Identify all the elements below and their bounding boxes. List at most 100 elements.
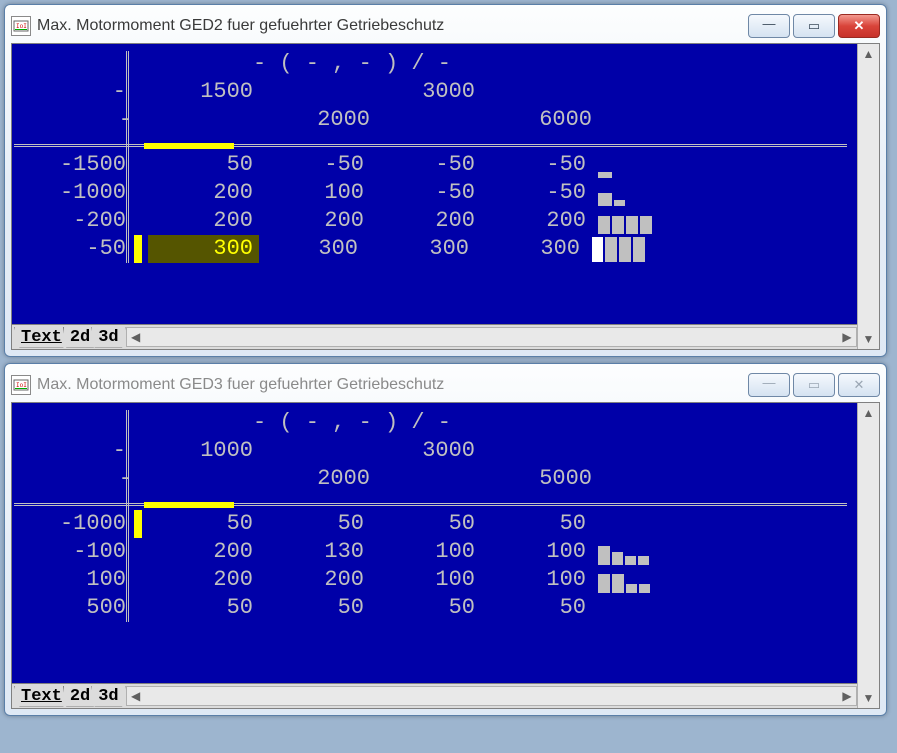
window-buttons: —▭✕ xyxy=(748,14,880,38)
table-row[interactable]: -1000200100-50-50 xyxy=(14,179,855,207)
row-sparkline xyxy=(598,180,688,206)
cell[interactable]: 100 xyxy=(481,538,592,566)
cell[interactable]: 200 xyxy=(148,207,259,235)
cell[interactable]: 200 xyxy=(259,566,370,594)
vertical-scrollbar[interactable]: ▲▼ xyxy=(857,403,879,708)
window-ged2: IoI Max. Motormoment GED2 fuer gefuehrter… xyxy=(4,4,887,357)
cell[interactable]: 50 xyxy=(481,510,592,538)
cell[interactable]: 300 xyxy=(253,235,364,263)
tab-3d[interactable]: 3d xyxy=(91,327,125,348)
row-header: -1000 xyxy=(14,179,132,207)
cell[interactable]: 50 xyxy=(370,510,481,538)
minimize-button[interactable]: — xyxy=(748,14,790,38)
cell[interactable]: 300 xyxy=(364,235,475,263)
table-row[interactable]: -50300300300300 xyxy=(14,235,855,263)
table-editor[interactable]: - ( - , - ) / --10003000-20005000-100050… xyxy=(12,403,857,683)
scroll-right-icon[interactable]: ▶ xyxy=(838,689,856,703)
window-title: Max. Motormoment GED2 fuer gefuehrter Ge… xyxy=(37,17,742,35)
table-row[interactable]: 100200200100100 xyxy=(14,566,855,594)
cell[interactable]: 50 xyxy=(259,594,370,622)
row-sparkline xyxy=(598,595,688,621)
row-marker xyxy=(134,235,142,263)
maximize-button[interactable]: ▭ xyxy=(793,373,835,397)
scroll-down-icon[interactable]: ▼ xyxy=(858,688,879,708)
cell[interactable]: 200 xyxy=(148,566,259,594)
client-area: - ( - , - ) / --15003000-20006000-150050… xyxy=(11,43,880,350)
scroll-left-icon[interactable]: ◀ xyxy=(127,689,145,703)
cell[interactable]: 100 xyxy=(370,566,481,594)
column-header: 2000 xyxy=(265,106,376,134)
cell[interactable]: 200 xyxy=(148,538,259,566)
table-editor[interactable]: - ( - , - ) / --15003000-20006000-150050… xyxy=(12,44,857,324)
column-header xyxy=(154,106,265,134)
cell[interactable]: -50 xyxy=(481,179,592,207)
minimize-button[interactable]: — xyxy=(748,373,790,397)
scroll-down-icon[interactable]: ▼ xyxy=(858,329,879,349)
column-header: 1500 xyxy=(148,78,259,106)
cell[interactable]: 200 xyxy=(259,207,370,235)
column-header: 3000 xyxy=(370,437,481,465)
cell[interactable]: 100 xyxy=(370,538,481,566)
cell[interactable]: 200 xyxy=(481,207,592,235)
column-header: 3000 xyxy=(370,78,481,106)
column-header xyxy=(259,78,370,106)
column-header: 5000 xyxy=(487,465,598,493)
cell[interactable]: 130 xyxy=(259,538,370,566)
scroll-right-icon[interactable]: ▶ xyxy=(838,330,856,344)
column-header xyxy=(376,465,487,493)
cell[interactable]: 50 xyxy=(481,594,592,622)
cell[interactable]: 50 xyxy=(148,510,259,538)
vertical-scrollbar[interactable]: ▲▼ xyxy=(857,44,879,349)
scroll-left-icon[interactable]: ◀ xyxy=(127,330,145,344)
cell[interactable]: 50 xyxy=(370,594,481,622)
cell[interactable]: 300 xyxy=(475,235,586,263)
cell[interactable]: 50 xyxy=(148,594,259,622)
tab-text[interactable]: Text xyxy=(14,686,69,707)
app-icon: IoI xyxy=(11,375,31,395)
scroll-up-icon[interactable]: ▲ xyxy=(858,44,879,64)
cell-selected[interactable]: 300 xyxy=(148,235,253,263)
cell[interactable]: 200 xyxy=(370,207,481,235)
close-button[interactable]: ✕ xyxy=(838,373,880,397)
row-sparkline xyxy=(598,152,688,178)
cell[interactable]: -50 xyxy=(370,151,481,179)
tab-3d[interactable]: 3d xyxy=(91,686,125,707)
tab-bar: Text2d3d◀▶ xyxy=(12,324,857,349)
v-separator xyxy=(126,410,135,622)
row-marker xyxy=(134,510,142,538)
cell[interactable]: -50 xyxy=(481,151,592,179)
horizontal-scrollbar[interactable]: ◀▶ xyxy=(126,327,857,347)
axis-title: - ( - , - ) / - xyxy=(14,50,562,78)
table-row[interactable]: -150050-50-50-50 xyxy=(14,151,855,179)
titlebar[interactable]: IoIMax. Motormoment GED3 fuer gefuehrter… xyxy=(11,370,880,400)
row-header: -50 xyxy=(14,235,132,263)
cell[interactable]: -50 xyxy=(370,179,481,207)
cell[interactable]: 200 xyxy=(148,179,259,207)
table-row[interactable]: 50050505050 xyxy=(14,594,855,622)
column-header-row: -20006000 xyxy=(14,106,855,134)
app-icon: IoI xyxy=(11,16,31,36)
window-buttons: —▭✕ xyxy=(748,373,880,397)
column-header-row: -10003000 xyxy=(14,437,855,465)
maximize-button[interactable]: ▭ xyxy=(793,14,835,38)
svg-text:IoI: IoI xyxy=(16,382,27,389)
column-header xyxy=(376,106,487,134)
cell[interactable]: 50 xyxy=(148,151,259,179)
svg-text:IoI: IoI xyxy=(16,23,27,30)
tab-text[interactable]: Text xyxy=(14,327,69,348)
column-header-row: -20005000 xyxy=(14,465,855,493)
row-header: 100 xyxy=(14,566,132,594)
scroll-up-icon[interactable]: ▲ xyxy=(858,403,879,423)
table-row[interactable]: -100200130100100 xyxy=(14,538,855,566)
row-sparkline xyxy=(598,539,688,565)
cell[interactable]: 100 xyxy=(481,566,592,594)
cell[interactable]: 50 xyxy=(259,510,370,538)
row-sparkline xyxy=(598,208,688,234)
close-button[interactable]: ✕ xyxy=(838,14,880,38)
cell[interactable]: 100 xyxy=(259,179,370,207)
table-row[interactable]: -200200200200200 xyxy=(14,207,855,235)
cell[interactable]: -50 xyxy=(259,151,370,179)
titlebar[interactable]: IoI Max. Motormoment GED2 fuer gefuehrter… xyxy=(11,11,880,41)
table-row[interactable]: -100050505050 xyxy=(14,510,855,538)
horizontal-scrollbar[interactable]: ◀▶ xyxy=(126,686,857,706)
